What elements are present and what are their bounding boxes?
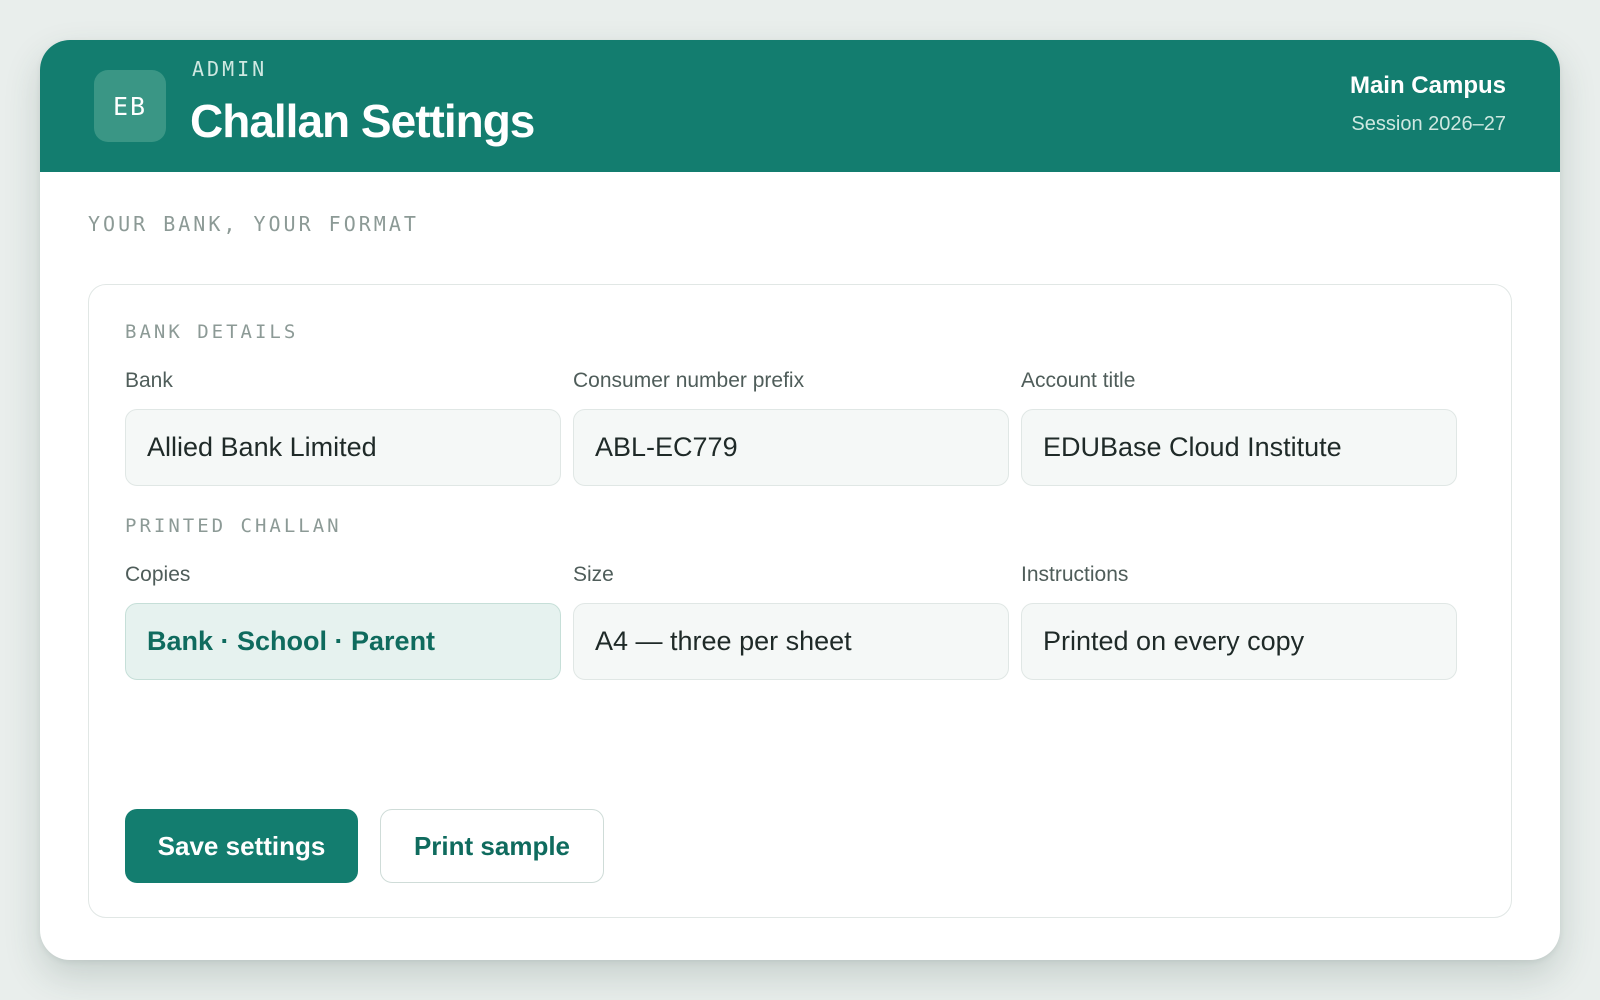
printed-challan-heading: PRINTED CHALLAN	[125, 515, 342, 537]
header-eyebrow: ADMIN	[192, 57, 268, 81]
consumer-prefix-field[interactable]: ABL-EC779	[573, 409, 1009, 486]
org-avatar: EB	[94, 70, 166, 142]
settings-panel: BANK DETAILS Bank Allied Bank Limited Co…	[88, 284, 1512, 918]
account-title-label: Account title	[1021, 369, 1136, 392]
bank-field[interactable]: Allied Bank Limited	[125, 409, 561, 486]
page-title: Challan Settings	[190, 95, 535, 147]
campus-name: Main Campus	[1349, 72, 1506, 99]
bank-details-heading: BANK DETAILS	[125, 321, 299, 343]
size-field[interactable]: A4 — three per sheet	[573, 603, 1009, 680]
size-label: Size	[573, 563, 614, 586]
session-label: Session 2026–27	[1351, 113, 1506, 135]
consumer-prefix-label: Consumer number prefix	[573, 369, 805, 392]
print-sample-button[interactable]: Print sample	[380, 809, 604, 883]
settings-window: EB ADMIN Challan Settings Main Campus Se…	[40, 40, 1560, 960]
save-settings-button[interactable]: Save settings	[125, 809, 358, 883]
account-title-field[interactable]: EDUBase Cloud Institute	[1021, 409, 1457, 486]
copies-label: Copies	[125, 563, 191, 586]
page-tagline: YOUR BANK, YOUR FORMAT	[88, 212, 419, 236]
instructions-field[interactable]: Printed on every copy	[1021, 603, 1457, 680]
bank-label: Bank	[125, 369, 173, 392]
app-header: EB ADMIN Challan Settings Main Campus Se…	[40, 40, 1560, 172]
instructions-label: Instructions	[1021, 563, 1129, 586]
copies-field[interactable]: Bank · School · Parent	[125, 603, 561, 680]
